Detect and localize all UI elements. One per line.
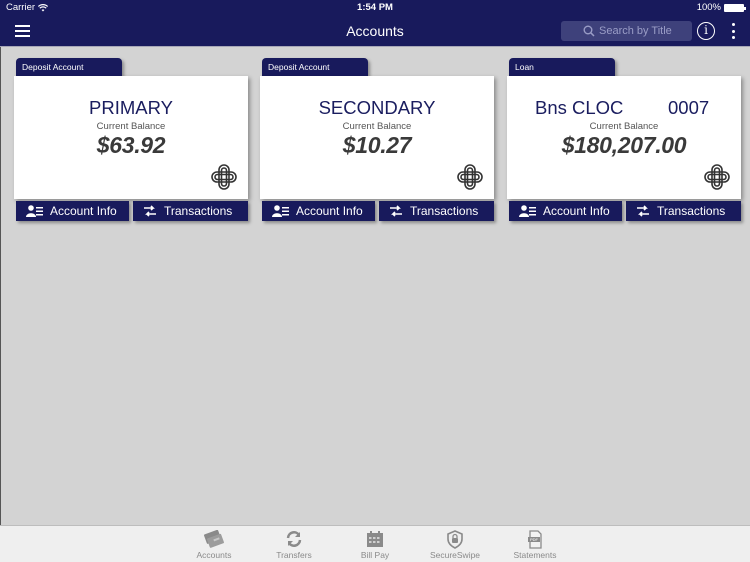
bank-knot-logo-icon — [704, 164, 730, 190]
menu-button[interactable] — [15, 25, 30, 37]
account-card-body[interactable]: PRIMARY Current Balance $63.92 — [14, 76, 248, 199]
search-icon — [583, 25, 595, 37]
navigation-bar: Accounts i — [0, 16, 750, 47]
balance-amount: $10.27 — [342, 132, 412, 158]
balance-label: Current Balance — [342, 121, 412, 132]
tab-label: Statements — [513, 550, 557, 560]
balance-label: Current Balance — [589, 121, 659, 132]
shield-lock-icon — [447, 529, 463, 549]
account-name: Bns CLOC — [535, 97, 624, 118]
account-number: 0007 — [668, 97, 710, 118]
balance-amount: $63.92 — [96, 132, 166, 158]
menu-icon-line — [15, 25, 30, 27]
account-info-label: Account Info — [296, 204, 363, 218]
account-info-icon — [26, 205, 43, 217]
account-info-icon — [272, 205, 289, 217]
tab-accounts[interactable]: Accounts — [179, 529, 249, 560]
account-actions: Account Info Transactions — [16, 201, 248, 221]
account-name-row: Bns CLOC 0007 — [507, 97, 741, 119]
account-actions: Account Info Transactions — [262, 201, 494, 221]
bank-knot-logo-icon — [457, 164, 483, 190]
account-info-label: Account Info — [543, 204, 610, 218]
account-info-button[interactable]: Account Info — [509, 201, 622, 221]
account-type-tab: Loan — [509, 58, 615, 78]
account-type-tab: Deposit Account — [262, 58, 368, 78]
transactions-label: Transactions — [164, 204, 233, 218]
search-box[interactable] — [561, 21, 692, 41]
balance-label: Current Balance — [96, 121, 166, 132]
menu-icon-line — [15, 30, 30, 32]
left-edge-divider — [0, 47, 1, 525]
transactions-button[interactable]: Transactions — [133, 201, 248, 221]
pdf-document-icon: PDF — [528, 529, 542, 549]
battery-icon — [724, 3, 746, 12]
more-options-button[interactable] — [728, 23, 738, 39]
bottom-tab-bar: Accounts Transfers Bill Pay SecureSwipe … — [0, 525, 750, 562]
account-name: SECONDARY — [318, 97, 436, 118]
account-type-tab: Deposit Account — [16, 58, 122, 78]
more-icon-dot — [731, 23, 735, 26]
battery-percent: 100% — [696, 2, 721, 13]
account-actions: Account Info Transactions — [509, 201, 741, 221]
transactions-button[interactable]: Transactions — [379, 201, 494, 221]
account-info-icon — [519, 205, 536, 217]
info-icon: i — [704, 23, 708, 37]
transactions-label: Transactions — [657, 204, 726, 218]
account-card-body[interactable]: Bns CLOC 0007 Current Balance $180,207.0… — [507, 76, 741, 199]
cards-icon — [203, 530, 224, 548]
tab-transfers[interactable]: Transfers — [259, 529, 329, 560]
account-info-button[interactable]: Account Info — [262, 201, 375, 221]
transactions-label: Transactions — [410, 204, 479, 218]
clock: 1:54 PM — [357, 2, 393, 13]
menu-icon-line — [15, 35, 30, 37]
account-info-label: Account Info — [50, 204, 117, 218]
transactions-button[interactable]: Transactions — [626, 201, 741, 221]
tab-label: Accounts — [196, 550, 232, 560]
tab-label: SecureSwipe — [429, 550, 481, 560]
account-info-button[interactable]: Account Info — [16, 201, 129, 221]
account-card-primary: Deposit Account PRIMARY Current Balance … — [14, 58, 248, 223]
refresh-arrows-icon — [286, 531, 302, 547]
tab-label: Transfers — [276, 550, 312, 560]
balance-amount: $180,207.00 — [561, 132, 687, 158]
battery-indicator: 100% — [696, 2, 746, 13]
more-icon-dot — [731, 29, 735, 33]
transfer-arrows-icon — [637, 205, 649, 217]
account-name: PRIMARY — [89, 97, 173, 118]
more-icon-dot — [731, 36, 735, 39]
calendar-icon — [367, 531, 383, 547]
info-button[interactable]: i — [697, 22, 715, 40]
svg-text:PDF: PDF — [530, 537, 539, 542]
transfer-arrows-icon — [144, 205, 156, 217]
tab-secureswipe[interactable]: SecureSwipe — [420, 529, 490, 560]
account-card-loan: Loan Bns CLOC 0007 Current Balance $180,… — [507, 58, 741, 223]
search-input[interactable] — [582, 25, 692, 37]
tab-bill-pay[interactable]: Bill Pay — [340, 529, 410, 560]
account-card-body[interactable]: SECONDARY Current Balance $10.27 — [260, 76, 494, 199]
account-card-secondary: Deposit Account SECONDARY Current Balanc… — [260, 58, 494, 223]
tab-statements[interactable]: PDF Statements — [500, 529, 570, 560]
bank-knot-logo-icon — [211, 164, 237, 190]
status-bar: Carrier 1:54 PM 100% — [0, 0, 750, 16]
transfer-arrows-icon — [390, 205, 402, 217]
tab-label: Bill Pay — [360, 550, 390, 560]
